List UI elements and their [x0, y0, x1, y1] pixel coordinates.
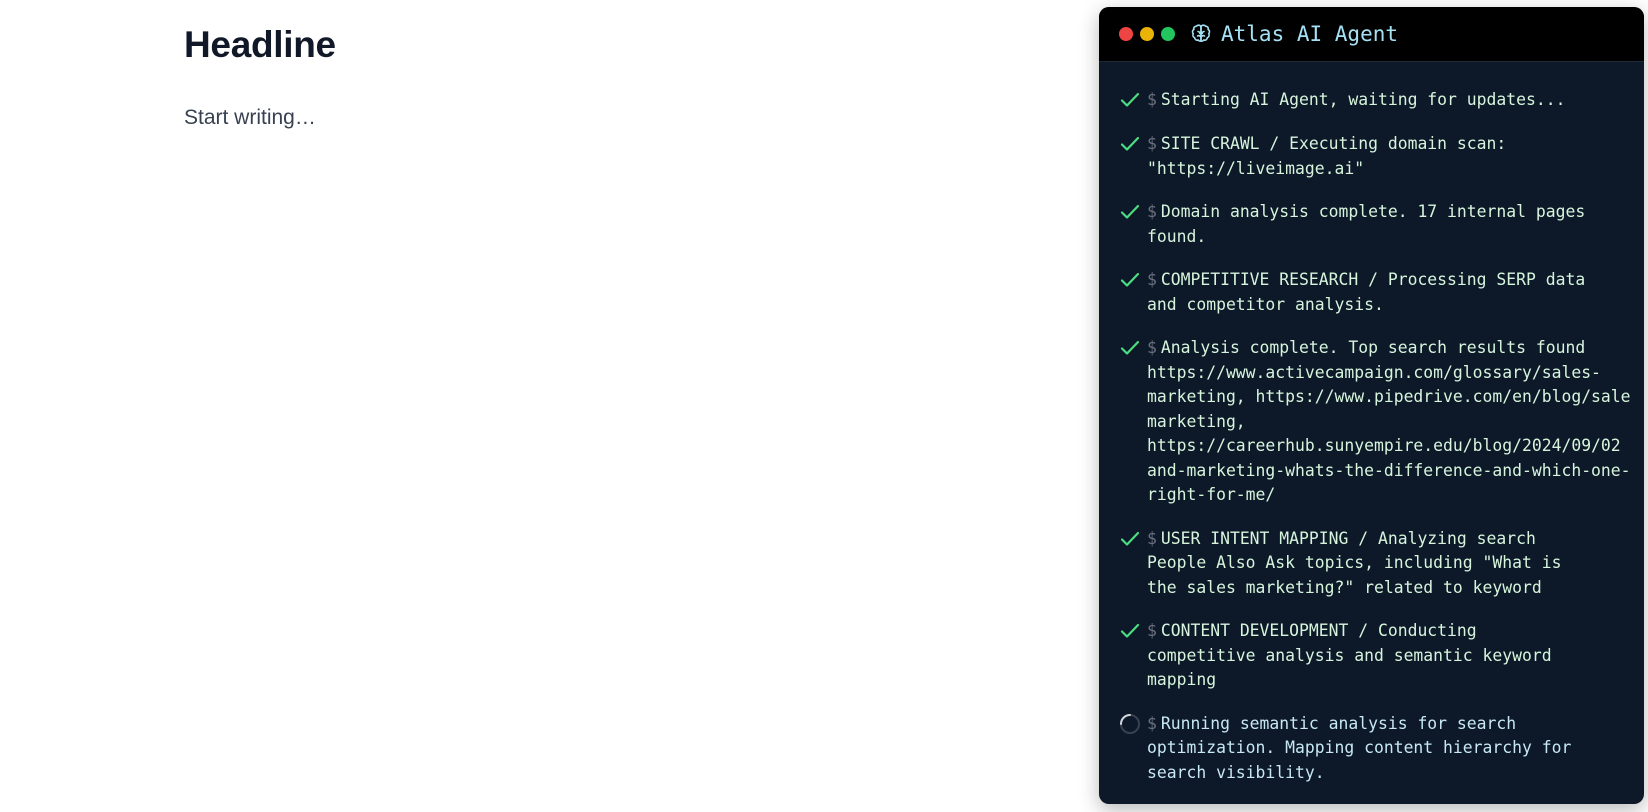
- log-entry-text: $ Domain analysis complete. 17 internal p…: [1147, 200, 1585, 249]
- window-close-button[interactable]: [1119, 27, 1133, 41]
- window-minimize-button[interactable]: [1140, 27, 1154, 41]
- prompt-symbol: $: [1147, 621, 1157, 640]
- headline-field[interactable]: Headline: [184, 24, 336, 66]
- log-line: https://careerhub.sunyempire.edu/blog/20…: [1147, 436, 1621, 455]
- log-entry: $ Analysis complete. Top search results f…: [1119, 336, 1631, 508]
- log-line: right-for-me/: [1147, 485, 1276, 504]
- log-line: COMPETITIVE RESEARCH / Processing SERP d…: [1160, 270, 1586, 289]
- log-entry-text: $ Analysis complete. Top search results f…: [1147, 336, 1631, 508]
- check-icon: [1119, 527, 1147, 552]
- agent-log[interactable]: $ Starting AI Agent, waiting for updates.…: [1099, 62, 1644, 785]
- prompt-symbol: $: [1147, 134, 1157, 153]
- log-line: found.: [1147, 226, 1207, 246]
- log-entry-text: $ USER INTENT MAPPING / Analyzing search P…: [1147, 527, 1561, 601]
- log-line: competitive analysis and semantic keywor…: [1147, 645, 1552, 665]
- prompt-symbol: $: [1147, 528, 1157, 548]
- log-line: SITE CRAWL / Executing domain scan:: [1160, 134, 1507, 153]
- check-icon: [1119, 132, 1147, 157]
- window-maximize-button[interactable]: [1161, 27, 1175, 41]
- log-line: marketing, https://www.pipedrive.com/en/…: [1147, 387, 1631, 406]
- log-line: and competitor analysis.: [1147, 294, 1384, 314]
- log-entry: $ USER INTENT MAPPING / Analyzing search P…: [1119, 527, 1624, 601]
- log-entry-text: $ SITE CRAWL / Executing domain scan: "htt…: [1147, 132, 1506, 181]
- log-entry: $ CONTENT DEVELOPMENT / Conducting competi…: [1119, 619, 1624, 693]
- spinner-icon: [1119, 712, 1147, 737]
- log-line: Analysis complete. Top search results fo…: [1160, 338, 1586, 357]
- prompt-symbol: $: [1147, 270, 1157, 289]
- log-entry: $ COMPETITIVE RESEARCH / Processing SERP …: [1119, 268, 1624, 317]
- check-icon: [1119, 200, 1147, 225]
- log-line: "https://liveimage.ai": [1147, 158, 1365, 178]
- prompt-symbol: $: [1147, 202, 1157, 221]
- log-line: marketing,: [1147, 411, 1246, 431]
- check-icon: [1119, 88, 1147, 113]
- log-line: Domain analysis complete. 17 internal pa…: [1160, 202, 1586, 221]
- agent-titlebar: Atlas AI Agent: [1099, 7, 1644, 62]
- log-entry-text: $ Running semantic analysis for search opt…: [1147, 712, 1571, 786]
- log-line: USER INTENT MAPPING / Analyzing search: [1160, 528, 1536, 548]
- brain-icon: [1189, 22, 1213, 46]
- log-line: mapping: [1147, 670, 1217, 689]
- body-text-field[interactable]: Start writing…: [184, 106, 316, 130]
- log-entry: $ Starting AI Agent, waiting for updates.…: [1119, 88, 1624, 113]
- check-icon: [1119, 336, 1147, 361]
- log-line: Starting AI Agent, waiting for updates..…: [1160, 90, 1566, 109]
- log-line: https://www.activecampaign.com/glossary/…: [1147, 362, 1601, 382]
- log-entry-text: $ COMPETITIVE RESEARCH / Processing SERP …: [1147, 268, 1585, 317]
- log-line: and-marketing-whats-the-difference-and-w…: [1147, 460, 1631, 480]
- log-entry: $ Domain analysis complete. 17 internal p…: [1119, 200, 1624, 249]
- log-line: optimization. Mapping content hierarchy …: [1147, 738, 1572, 757]
- prompt-symbol: $: [1147, 713, 1157, 733]
- log-entry-text: $ CONTENT DEVELOPMENT / Conducting competi…: [1147, 619, 1552, 693]
- check-icon: [1119, 268, 1147, 293]
- prompt-symbol: $: [1147, 338, 1157, 357]
- check-icon: [1119, 619, 1147, 644]
- log-line: People Also Ask topics, including "What …: [1147, 553, 1562, 572]
- log-entry: $ SITE CRAWL / Executing domain scan: "htt…: [1119, 132, 1624, 181]
- log-line: Running semantic analysis for search: [1160, 713, 1517, 733]
- log-entry: $ Running semantic analysis for search opt…: [1119, 712, 1624, 786]
- log-line: CONTENT DEVELOPMENT / Conducting: [1160, 621, 1477, 640]
- document-editor: Headline Start writing…: [0, 0, 1040, 812]
- agent-title: Atlas AI Agent: [1221, 22, 1399, 46]
- prompt-symbol: $: [1147, 90, 1157, 109]
- log-line: the sales marketing?" related to keyword: [1147, 577, 1542, 597]
- log-line: search visibility.: [1147, 762, 1325, 782]
- agent-terminal-window: Atlas AI Agent $ Starting AI Agent, waiti…: [1099, 7, 1644, 804]
- log-entry-text: $ Starting AI Agent, waiting for updates.…: [1147, 88, 1565, 113]
